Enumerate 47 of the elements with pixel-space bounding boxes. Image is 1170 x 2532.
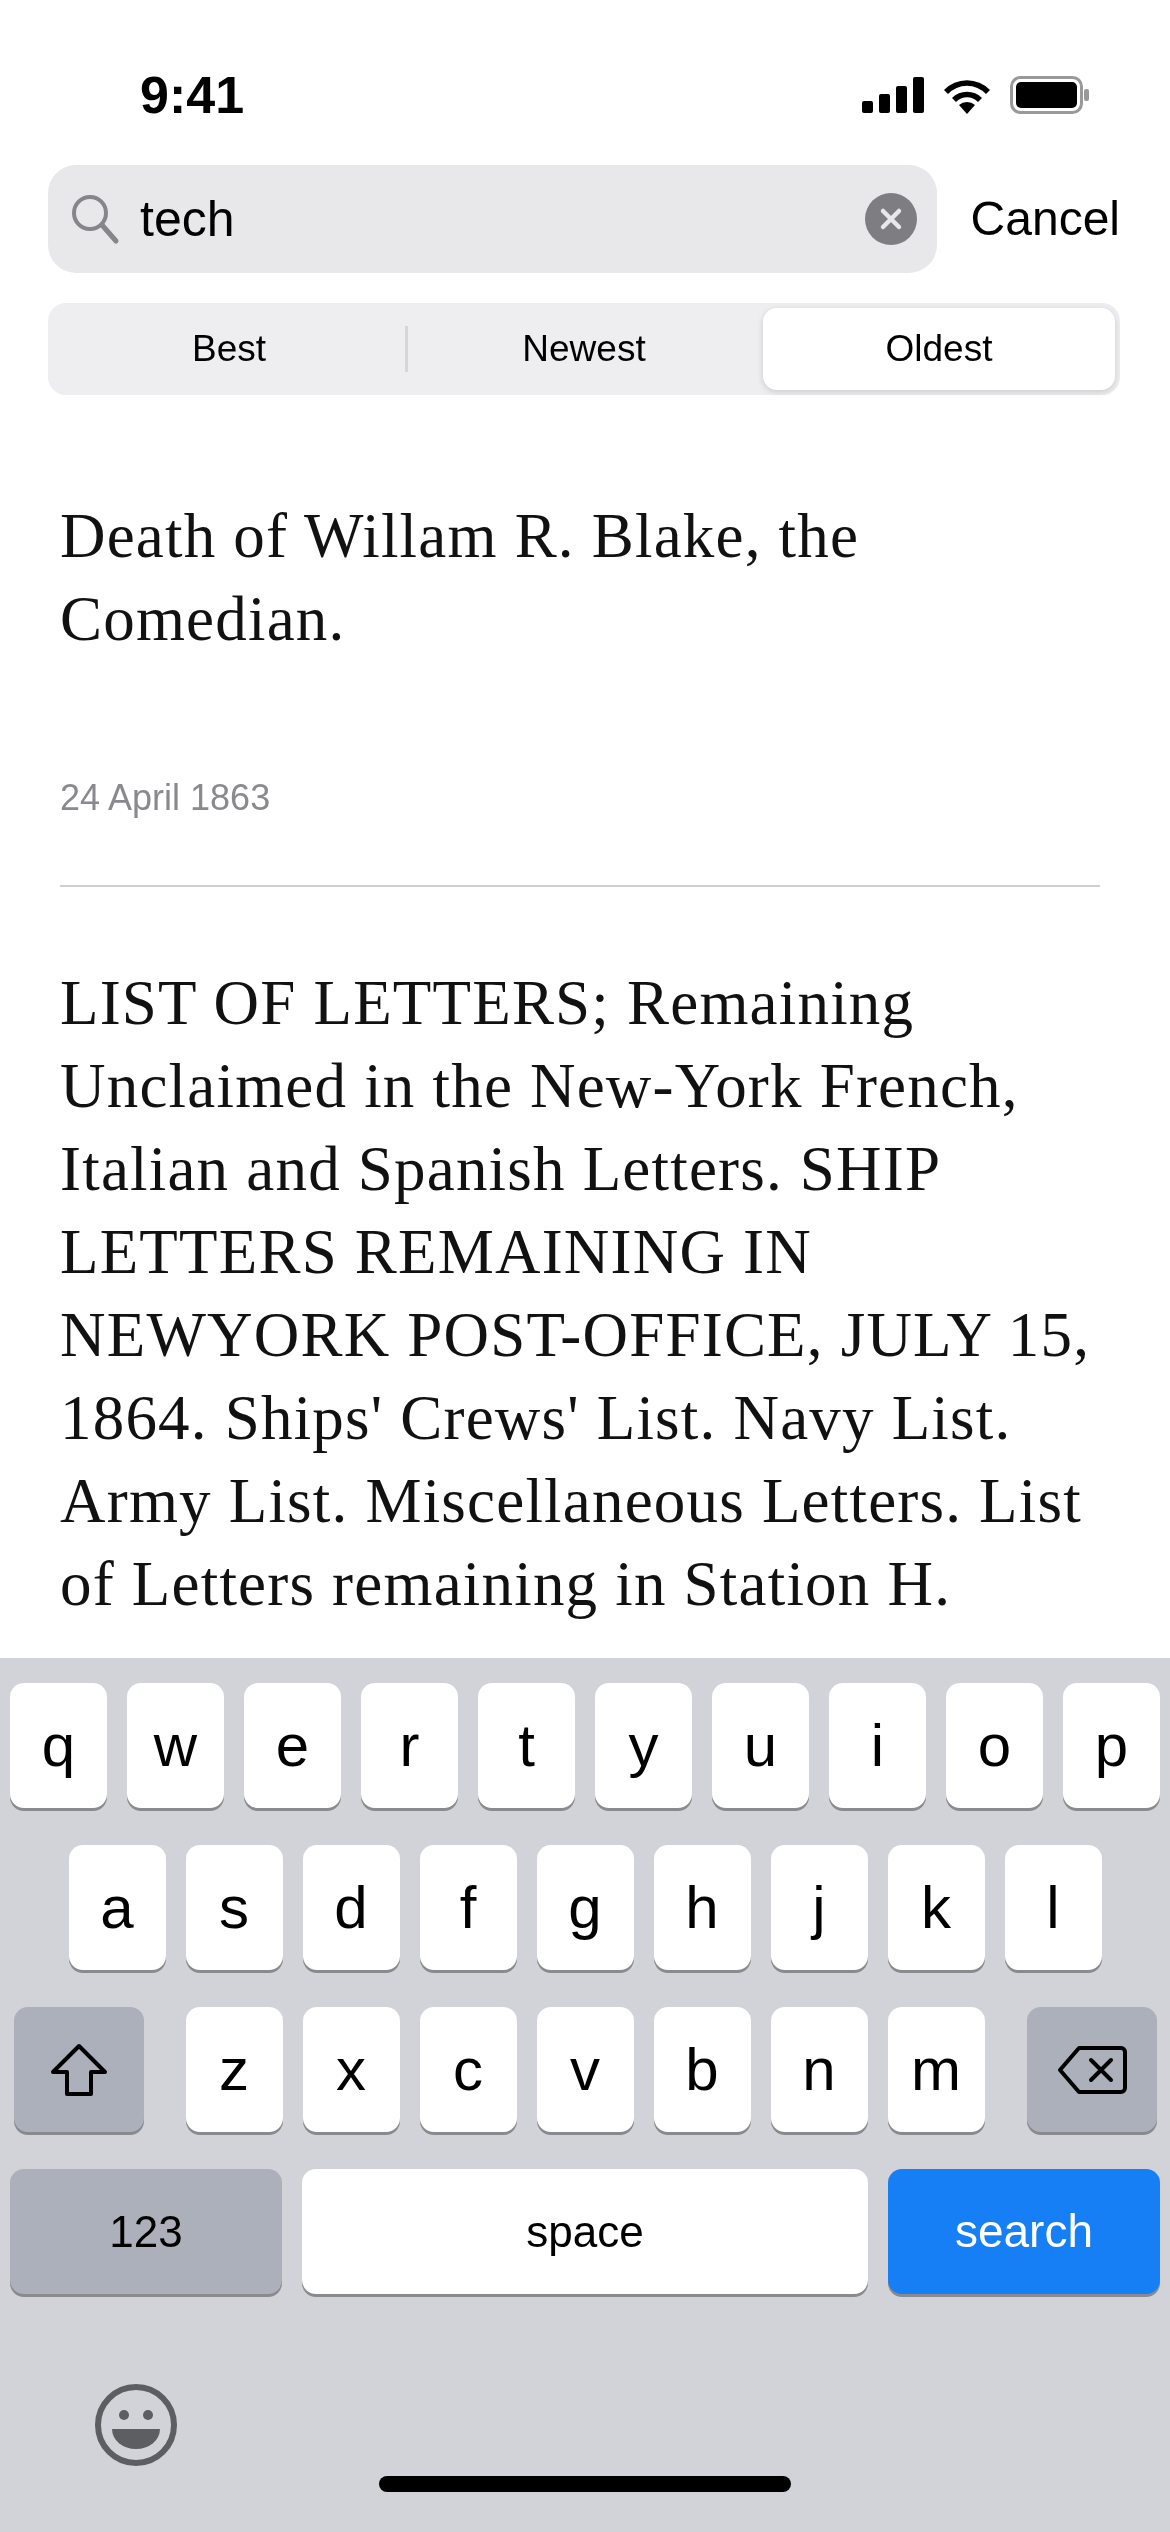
clear-icon[interactable] bbox=[864, 193, 917, 245]
article-date: 24 April 1863 bbox=[60, 776, 272, 820]
letter-key[interactable]: e bbox=[244, 1683, 341, 1808]
letter-key[interactable]: v bbox=[536, 2007, 634, 2132]
emoji-icon[interactable] bbox=[94, 2383, 178, 2467]
article-title[interactable]: LIST OF LETTERS; Remaining Unclaimed in the New-York French, Italian and Spanish Letters. SHIP LETTERS REMAINING IN NEWYORK POST-OFFICE, JULY 15, 1864. Ships' Crews' List. Navy List. Army List. Miscellaneous Letters. List of Letters remaining in Station H. bbox=[60, 962, 1100, 1626]
search-field[interactable]: tech bbox=[48, 165, 937, 273]
status-time: 9:41 bbox=[140, 65, 245, 126]
backspace-key[interactable] bbox=[1026, 2007, 1157, 2132]
letter-key[interactable]: x bbox=[302, 2007, 400, 2132]
letter-key[interactable]: q bbox=[10, 1683, 107, 1808]
signal-icon bbox=[862, 77, 924, 113]
letter-key[interactable]: w bbox=[127, 1683, 224, 1808]
letter-key[interactable]: o bbox=[946, 1683, 1043, 1808]
backspace-icon bbox=[1056, 2043, 1127, 2096]
search-key[interactable]: search bbox=[888, 2169, 1160, 2294]
shift-key[interactable] bbox=[13, 2007, 144, 2132]
letter-key[interactable]: c bbox=[419, 2007, 517, 2132]
search-icon bbox=[70, 193, 120, 245]
segment-tab[interactable]: Best bbox=[53, 308, 405, 390]
numbers-key[interactable]: 123 bbox=[10, 2169, 282, 2294]
letter-key[interactable]: j bbox=[770, 1845, 868, 1970]
letter-key[interactable]: u bbox=[712, 1683, 809, 1808]
letter-key[interactable]: l bbox=[1004, 1845, 1102, 1970]
segment-tab[interactable]: Newest bbox=[408, 308, 760, 390]
segment-tab[interactable]: Oldest bbox=[763, 308, 1115, 390]
letter-key[interactable]: s bbox=[185, 1845, 283, 1970]
letter-key[interactable]: p bbox=[1063, 1683, 1160, 1808]
letter-key[interactable]: y bbox=[595, 1683, 692, 1808]
letter-key[interactable]: g bbox=[536, 1845, 634, 1970]
shift-arrow-icon bbox=[48, 2041, 109, 2098]
letter-key[interactable]: n bbox=[770, 2007, 868, 2132]
letter-key[interactable]: z bbox=[185, 2007, 283, 2132]
letter-key[interactable]: i bbox=[829, 1683, 926, 1808]
letter-key[interactable]: a bbox=[68, 1845, 166, 1970]
letter-key[interactable]: d bbox=[302, 1845, 400, 1970]
article-title[interactable]: Death of Willam R. Blake, the Comedian. bbox=[60, 495, 1100, 661]
space-key[interactable]: space bbox=[302, 2169, 868, 2294]
letter-key[interactable]: r bbox=[361, 1683, 458, 1808]
letter-key[interactable]: b bbox=[653, 2007, 751, 2132]
letter-key[interactable]: h bbox=[653, 1845, 751, 1970]
letter-key[interactable]: t bbox=[478, 1683, 575, 1808]
letter-key[interactable]: f bbox=[419, 1845, 517, 1970]
letter-key[interactable]: k bbox=[887, 1845, 985, 1970]
battery-icon bbox=[1010, 76, 1090, 114]
letter-key[interactable]: m bbox=[887, 2007, 985, 2132]
cancel-button[interactable]: Cancel bbox=[970, 183, 1120, 255]
